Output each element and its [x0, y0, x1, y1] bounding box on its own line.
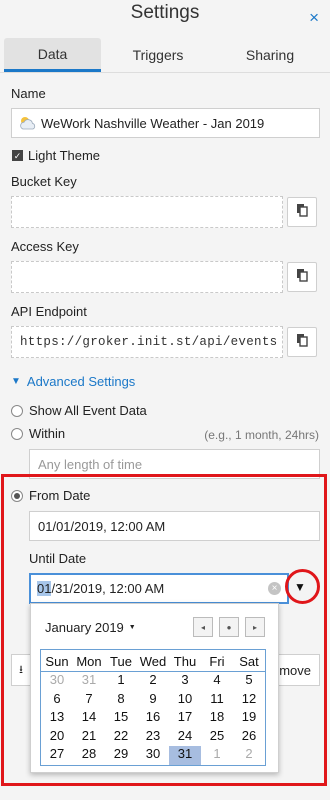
clipboard-icon: [296, 203, 308, 222]
access-key-label: Access Key: [11, 239, 79, 254]
name-input[interactable]: WeWork Nashville Weather - Jan 2019: [11, 108, 320, 138]
bucket-key-label: Bucket Key: [11, 174, 77, 189]
advanced-settings-toggle[interactable]: ▼ Advanced Settings: [11, 374, 135, 389]
bucket-key-input[interactable]: [11, 196, 283, 228]
clipboard-icon: [296, 333, 308, 352]
access-key-input[interactable]: [11, 261, 283, 293]
copy-bucket-key-button[interactable]: [287, 197, 317, 227]
advanced-settings-label: Advanced Settings: [26, 374, 136, 389]
light-theme-label: Light Theme: [28, 148, 101, 163]
tab-data[interactable]: Data: [4, 38, 101, 72]
name-label: Name: [11, 86, 46, 101]
name-value: WeWork Nashville Weather - Jan 2019: [41, 115, 265, 131]
close-icon[interactable]: ×: [309, 8, 319, 28]
caret-down-icon: ▼: [11, 376, 21, 387]
within-hint: (e.g., 1 month, 24hrs): [204, 428, 319, 442]
clipboard-icon: [296, 268, 308, 287]
api-endpoint-input[interactable]: https://groker.init.st/api/events: [11, 326, 283, 358]
tab-triggers[interactable]: Triggers: [108, 38, 208, 72]
tab-sharing[interactable]: Sharing: [220, 38, 320, 72]
within-label: Within: [29, 426, 66, 441]
weather-partly-cloudy-icon: [18, 115, 38, 131]
show-all-radio[interactable]: [11, 405, 23, 417]
within-radio[interactable]: [11, 428, 23, 440]
show-all-label: Show All Event Data: [29, 403, 147, 418]
copy-api-endpoint-button[interactable]: [287, 327, 317, 357]
tab-divider: [0, 72, 330, 73]
page-title: Settings: [130, 2, 200, 23]
copy-access-key-button[interactable]: [287, 262, 317, 292]
light-theme-checkbox[interactable]: ✓: [12, 150, 23, 161]
annotation-rectangle: [1, 474, 327, 786]
api-endpoint-label: API Endpoint: [11, 304, 87, 319]
